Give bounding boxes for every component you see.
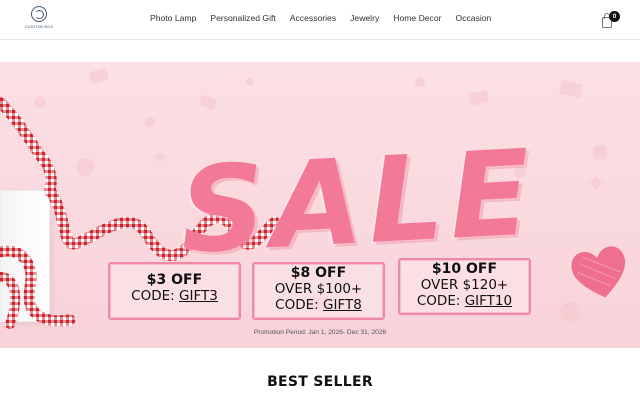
nav-item-photo-lamp[interactable]: Photo Lamp — [150, 13, 196, 23]
coupon-code-label: CODE: — [416, 293, 461, 309]
sale-banner[interactable]: SALE $3 OFF CODE: GIFT3 $8 OFF OVER $100… — [0, 62, 640, 348]
coupon-code[interactable]: GIFT10 — [465, 293, 512, 309]
coupon-card-gift10[interactable]: $10 OFF OVER $120+ CODE: GIFT10 — [398, 258, 531, 315]
coupon-amount: $3 OFF — [146, 272, 203, 288]
coupon-condition: OVER $120+ — [420, 277, 509, 293]
logo-icon — [31, 6, 47, 22]
cart-button[interactable]: 0 — [601, 11, 620, 29]
coupon-card-gift8[interactable]: $8 OFF OVER $100+ CODE: GIFT8 — [252, 262, 385, 320]
nav-item-jewelry[interactable]: Jewelry — [350, 13, 379, 23]
coupon-code-label: CODE: — [275, 297, 319, 313]
nav-item-accessories[interactable]: Accessories — [290, 13, 336, 23]
site-logo[interactable]: CUSTOM BOX — [24, 6, 54, 34]
coupon-card-gift3[interactable]: $3 OFF CODE: GIFT3 — [108, 262, 241, 320]
logo-text: CUSTOM BOX — [24, 24, 54, 29]
coupon-condition: OVER $100+ — [274, 281, 363, 297]
coupon-code-line: CODE: GIFT10 — [400, 293, 529, 309]
coupon-amount: $10 OFF — [431, 261, 498, 277]
section-title: BEST SELLER — [267, 374, 373, 390]
nav-item-home-decor[interactable]: Home Decor — [393, 13, 441, 23]
coupon-code-line: CODE: GIFT8 — [254, 297, 383, 313]
coupon-code-line: CODE: GIFT3 — [110, 288, 239, 304]
site-header: CUSTOM BOX Photo Lamp Personalized Gift … — [0, 0, 640, 40]
cart-count-badge: 0 — [609, 11, 620, 22]
coupon-code-label: CODE: — [131, 288, 175, 304]
promotion-period: Promotion Period: Jan 1, 2026- Dec 31, 2… — [253, 329, 387, 336]
coupon-amount: $8 OFF — [290, 265, 347, 281]
main-nav: Photo Lamp Personalized Gift Accessories… — [150, 13, 505, 23]
coupon-code[interactable]: GIFT8 — [323, 297, 362, 313]
coupon-code[interactable]: GIFT3 — [179, 288, 218, 304]
nav-item-occasion[interactable]: Occasion — [456, 13, 492, 23]
nav-item-personalized-gift[interactable]: Personalized Gift — [210, 13, 275, 23]
heart-icon — [571, 246, 626, 298]
